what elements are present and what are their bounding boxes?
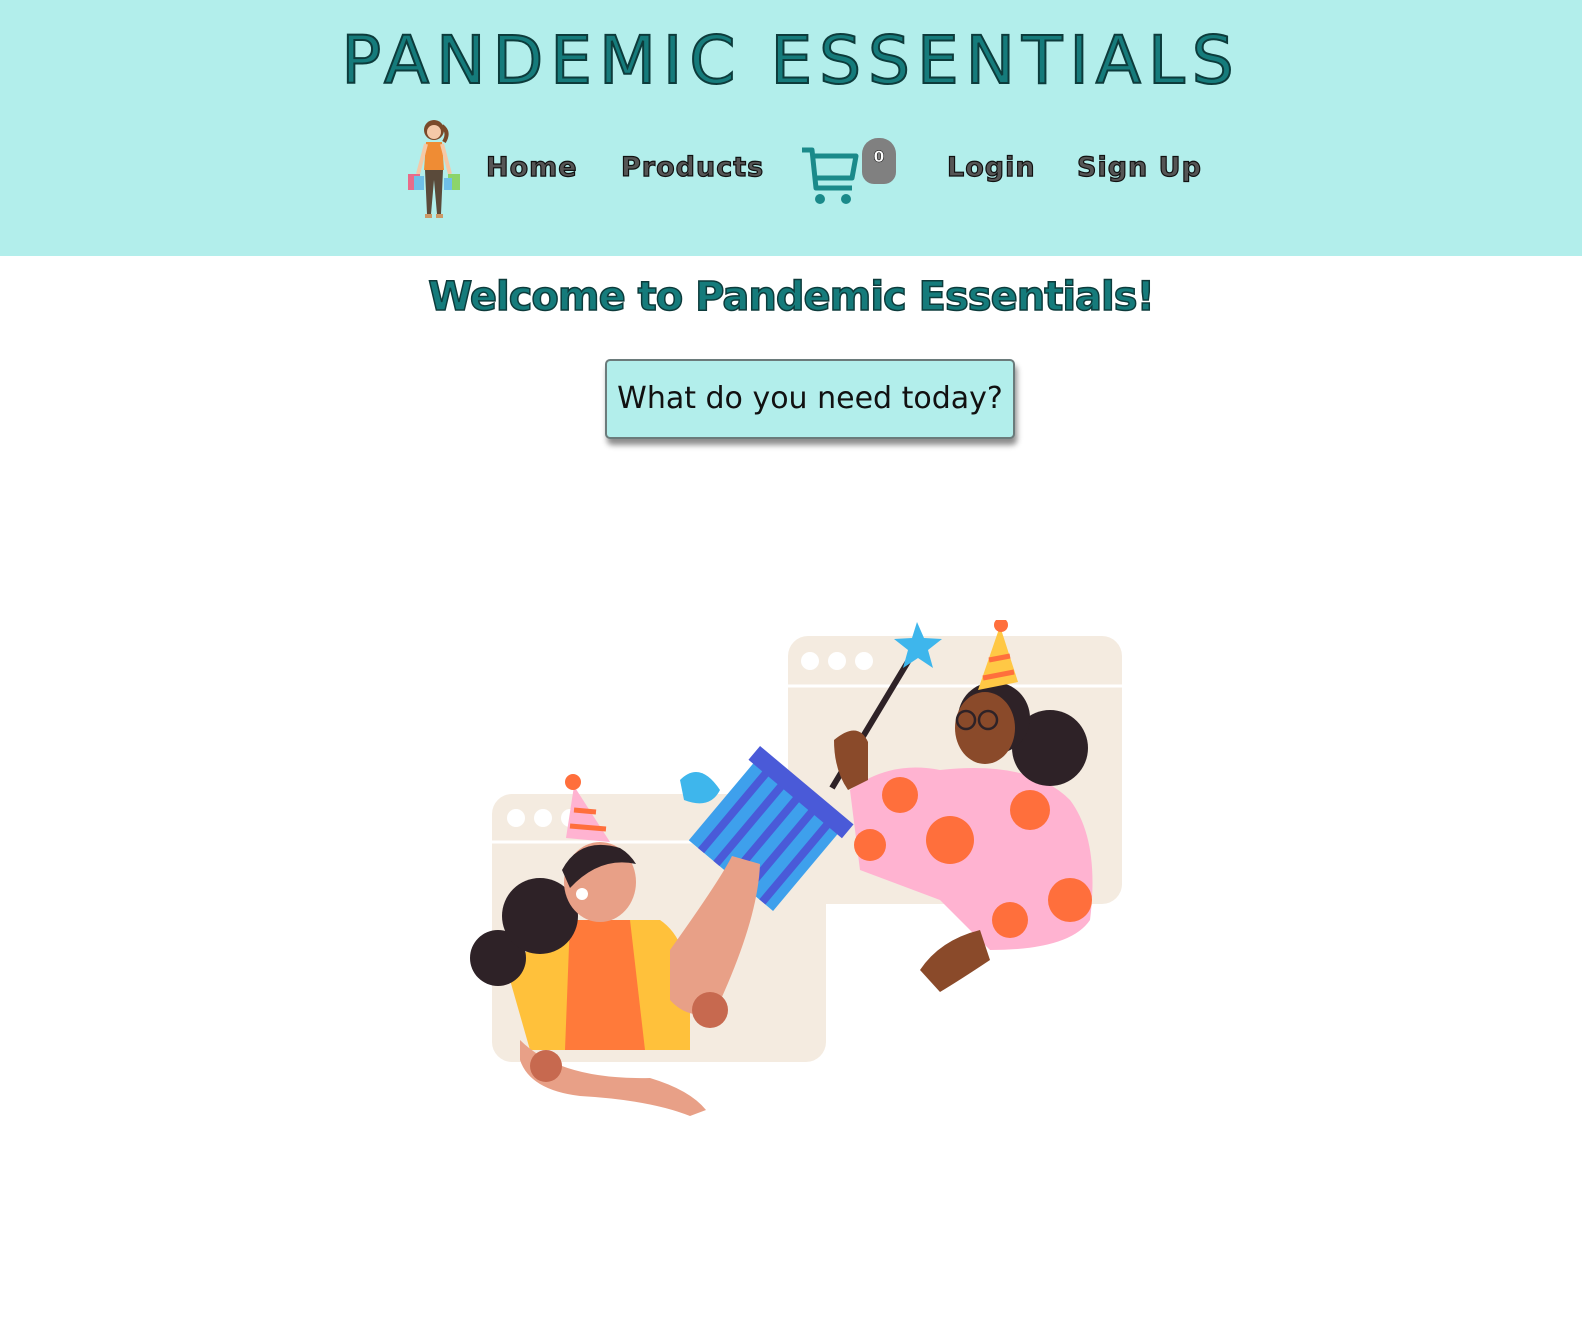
nav-login-link[interactable]: Login bbox=[946, 151, 1036, 183]
cart-icon bbox=[802, 147, 859, 204]
cart-count-badge: 0 bbox=[862, 138, 896, 184]
site-header: PANDEMIC ESSENTIALS Home Products 0 Logi… bbox=[0, 0, 1582, 256]
cart-button[interactable]: 0 bbox=[800, 136, 900, 206]
nav-signup-link[interactable]: Sign Up bbox=[1076, 151, 1202, 183]
site-title: PANDEMIC ESSENTIALS bbox=[340, 21, 1241, 100]
video-call-party-illustration bbox=[470, 620, 1122, 1116]
shop-now-button[interactable]: What do you need today? bbox=[605, 359, 1015, 439]
nav-products-link[interactable]: Products bbox=[620, 151, 764, 183]
nav-home-link[interactable]: Home bbox=[485, 151, 578, 183]
welcome-heading: Welcome to Pandemic Essentials! bbox=[427, 273, 1155, 321]
shopping-woman-icon[interactable] bbox=[404, 118, 464, 224]
